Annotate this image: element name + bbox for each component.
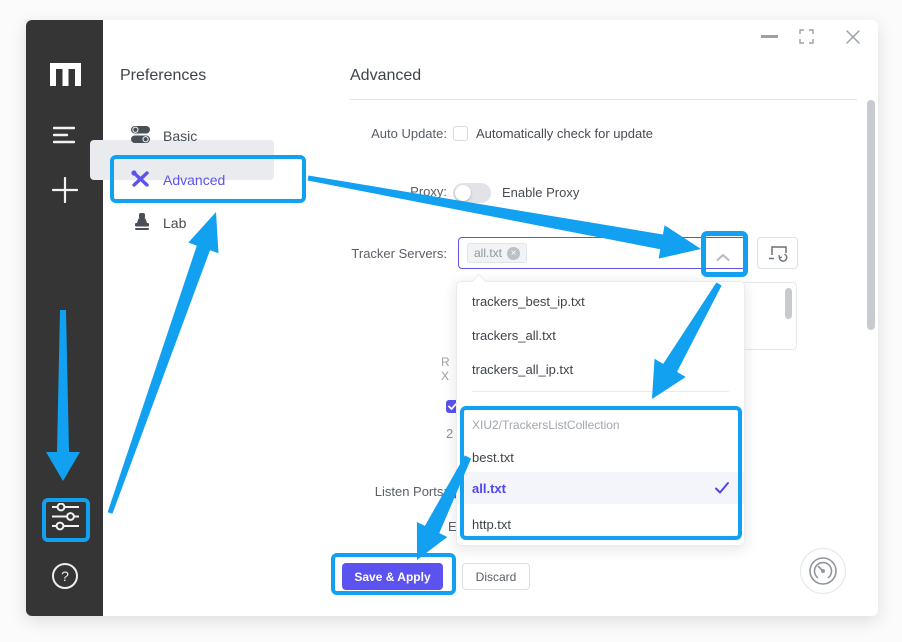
title-divider	[350, 99, 857, 100]
tag-close-icon[interactable]: ×	[507, 247, 520, 260]
annotation-box-sliders	[42, 498, 90, 542]
preferences-title: Preferences	[120, 67, 206, 85]
auto-update-checkbox[interactable]	[453, 126, 468, 141]
annotation-box-save	[331, 553, 456, 595]
sidebar-item-lab[interactable]: Lab	[163, 215, 186, 231]
basic-toggles-icon	[131, 126, 150, 143]
lab-stamp-icon	[134, 213, 150, 230]
motrix-logo-icon	[50, 63, 81, 86]
tag-label: all.txt	[474, 246, 502, 260]
auto-update-checkbox-label[interactable]: Automatically check for update	[476, 126, 653, 142]
hint-fragment-2: X	[441, 369, 449, 383]
sync-trackers-button[interactable]	[757, 237, 798, 269]
dropdown-item[interactable]: trackers_best_ip.txt	[472, 294, 585, 309]
tracker-servers-label: Tracker Servers:	[317, 246, 447, 262]
annotation-box-chevron	[701, 231, 748, 277]
annotation-box-xiu2-group	[460, 406, 742, 540]
add-task-icon[interactable]	[52, 177, 78, 203]
gauge-icon	[808, 556, 838, 586]
help-icon[interactable]: ?	[52, 563, 78, 589]
task-list-icon[interactable]	[53, 126, 75, 144]
main-scrollbar[interactable]	[867, 100, 875, 330]
dropdown-item[interactable]: trackers_all_ip.txt	[472, 362, 573, 377]
listen-ports-label: Listen Ports:	[317, 484, 447, 500]
hint-fragment-1: R	[441, 355, 450, 369]
selected-tracker-tag: all.txt ×	[467, 243, 527, 263]
textarea-scrollbar[interactable]	[785, 288, 792, 319]
speed-gauge-button[interactable]	[800, 548, 846, 594]
maximize-button[interactable]	[799, 29, 814, 44]
screenshot-root: ? Preferences Basic Advanced Lab Advance…	[0, 0, 902, 642]
help-glyph: ?	[61, 568, 69, 584]
auto-update-label: Auto Update:	[317, 126, 447, 142]
proxy-label: Proxy:	[317, 184, 447, 200]
proxy-toggle[interactable]	[453, 183, 491, 203]
discard-button[interactable]: Discard	[462, 563, 530, 590]
sync-time-fragment: 2	[446, 426, 453, 441]
toggle-knob	[455, 185, 471, 201]
proxy-toggle-label[interactable]: Enable Proxy	[502, 185, 579, 201]
dropdown-item[interactable]: trackers_all.txt	[472, 328, 556, 343]
page-title: Advanced	[350, 67, 421, 85]
sidebar-item-basic[interactable]: Basic	[163, 128, 197, 144]
sync-icon	[768, 245, 788, 262]
annotation-box-advanced	[110, 155, 306, 203]
minimize-button[interactable]	[761, 35, 778, 38]
close-button[interactable]	[845, 29, 861, 45]
dropdown-divider	[472, 391, 729, 392]
